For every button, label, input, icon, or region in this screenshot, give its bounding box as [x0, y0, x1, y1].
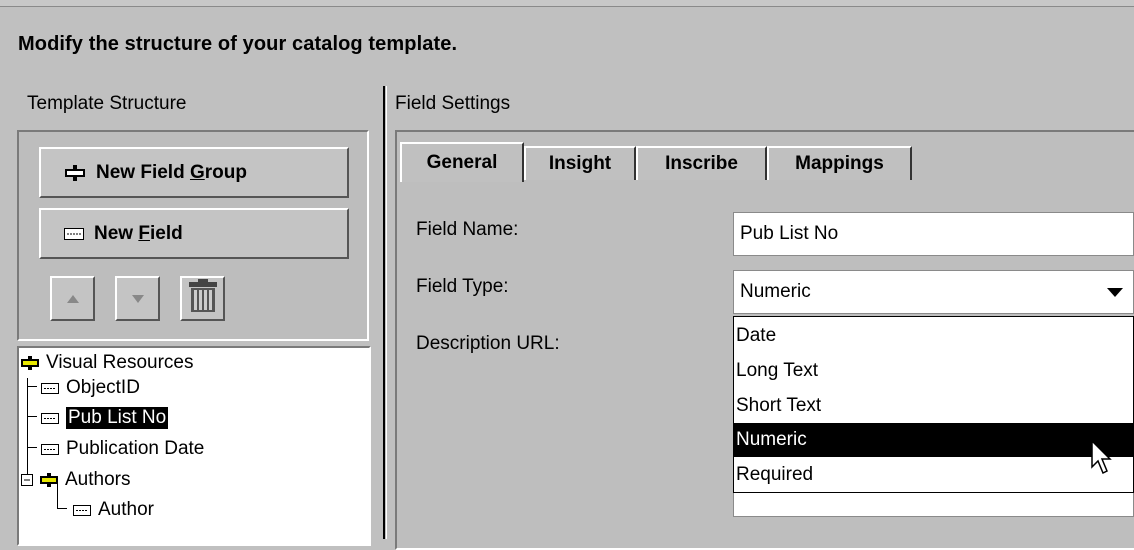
field-type-select[interactable]: Numeric — [733, 270, 1134, 314]
move-up-button[interactable] — [50, 276, 95, 321]
option-date[interactable]: Date — [734, 319, 1133, 353]
move-down-button[interactable] — [115, 276, 160, 321]
field-group-icon — [40, 473, 58, 487]
option-required[interactable]: Required — [734, 458, 1133, 492]
new-field-label: New Field — [94, 222, 183, 244]
structure-tree[interactable]: Visual Resources ObjectID Pub List No Pu… — [17, 346, 371, 546]
tab-general[interactable]: General — [400, 142, 524, 182]
field-name-input[interactable]: Pub List No — [733, 212, 1134, 256]
collapse-icon[interactable] — [21, 474, 33, 486]
tab-inscribe[interactable]: Inscribe — [636, 146, 767, 180]
tree-item-label: ObjectID — [66, 377, 140, 398]
window-top-edge — [0, 0, 1134, 7]
new-field-button[interactable]: New Field — [39, 208, 349, 259]
tree-item-author[interactable]: Author — [73, 497, 154, 523]
template-structure-label: Template Structure — [27, 93, 187, 114]
field-type-value: Numeric — [740, 281, 811, 302]
field-group-icon — [21, 356, 39, 370]
trash-icon — [188, 279, 218, 318]
field-icon — [64, 227, 84, 240]
tree-group-label: Authors — [65, 469, 131, 490]
tree-root-visual-resources[interactable]: Visual Resources — [21, 350, 194, 376]
tab-label: Inscribe — [665, 153, 738, 174]
field-type-dropdown-list[interactable]: Date Long Text Short Text Numeric Requir… — [733, 316, 1134, 493]
column-divider — [383, 86, 385, 539]
tab-insight[interactable]: Insight — [524, 146, 636, 180]
arrow-down-icon — [131, 290, 144, 308]
tree-item-pub-list-no[interactable]: Pub List No — [41, 405, 169, 431]
tree-line — [27, 447, 37, 448]
field-name-label: Field Name: — [416, 219, 519, 240]
tree-item-publication-date[interactable]: Publication Date — [41, 436, 204, 462]
tree-line — [27, 386, 37, 387]
new-field-group-label: New Field Group — [96, 161, 247, 183]
tab-label: General — [426, 152, 498, 173]
delete-button[interactable] — [180, 276, 225, 321]
field-icon — [73, 504, 91, 516]
tree-item-label-selected: Pub List No — [66, 407, 169, 429]
field-type-label: Field Type: — [416, 276, 509, 297]
field-settings-label: Field Settings — [395, 93, 511, 114]
tree-item-objectid[interactable]: ObjectID — [41, 375, 140, 401]
field-icon — [41, 382, 59, 394]
arrow-up-icon — [66, 290, 79, 308]
tree-item-label: Author — [98, 499, 154, 520]
mouse-cursor-icon — [1091, 439, 1115, 481]
field-icon — [41, 443, 59, 455]
tab-label: Mappings — [795, 153, 884, 174]
option-short-text[interactable]: Short Text — [734, 389, 1133, 423]
tree-root-label: Visual Resources — [46, 352, 194, 373]
option-long-text[interactable]: Long Text — [734, 354, 1133, 388]
tree-group-authors[interactable]: Authors — [21, 467, 130, 493]
description-url-input[interactable] — [733, 493, 1134, 517]
tree-item-label: Publication Date — [66, 438, 205, 459]
page-title: Modify the structure of your catalog tem… — [18, 33, 458, 55]
option-numeric[interactable]: Numeric — [734, 423, 1133, 457]
tree-line — [57, 508, 67, 509]
chevron-down-icon — [1107, 281, 1123, 303]
field-group-icon — [64, 164, 86, 181]
tab-label: Insight — [548, 153, 612, 174]
field-icon — [41, 412, 59, 424]
description-url-label: Description URL: — [416, 333, 560, 354]
tree-line — [27, 416, 37, 417]
tab-mappings[interactable]: Mappings — [767, 146, 912, 180]
new-field-group-button[interactable]: New Field Group — [39, 147, 349, 198]
column-divider-highlight — [386, 86, 387, 539]
